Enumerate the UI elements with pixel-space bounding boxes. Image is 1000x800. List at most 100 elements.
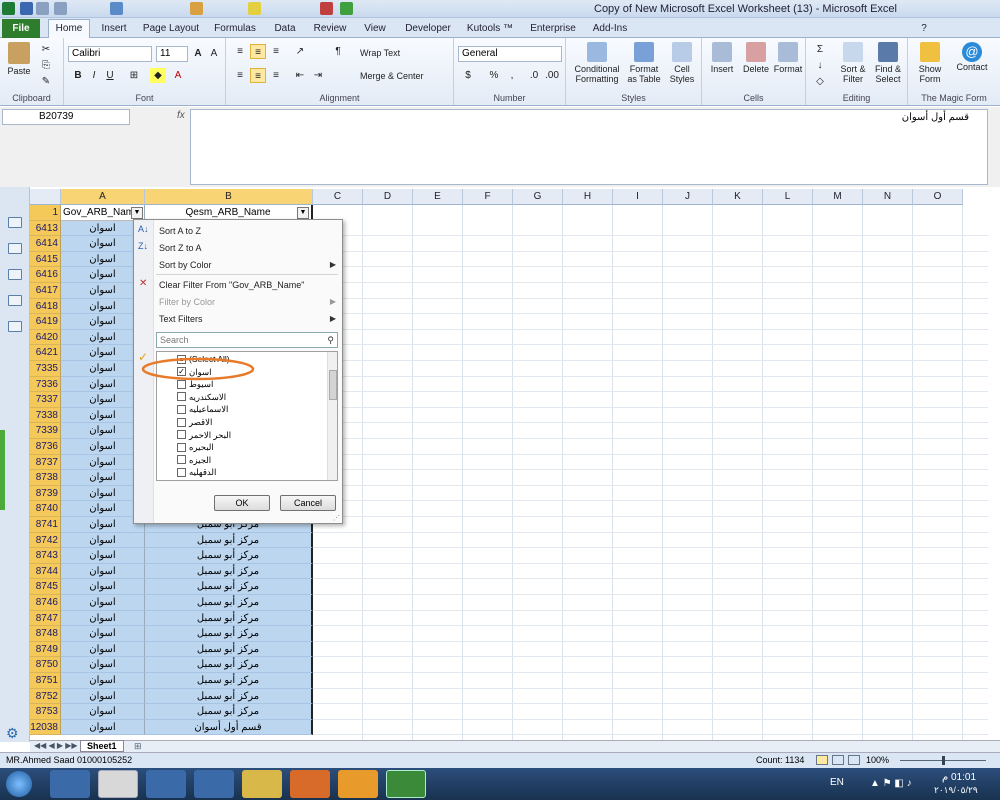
row-header[interactable]: 8737 [30,454,61,471]
collapse-handle[interactable] [0,430,5,510]
clear-filter-item[interactable]: Clear Filter From "Gov_ARB_Name" [159,280,304,290]
tab-developer[interactable]: Developer [402,20,454,38]
cell-gov[interactable]: اسوان [61,532,145,549]
media-player-icon[interactable] [290,770,330,798]
row-header[interactable]: 8743 [30,548,61,564]
row-header[interactable]: 8742 [30,532,61,549]
row-header[interactable]: 6416 [30,267,61,283]
row-header[interactable]: 6421 [30,345,61,361]
row-header[interactable]: 1 [30,205,61,221]
column-header-n[interactable]: N [863,189,913,205]
cell-gov[interactable]: اسوان [61,563,145,580]
filter-value-label[interactable]: الاقصر [189,416,212,428]
cell-qesm[interactable]: مركز أبو سمبل [145,579,313,595]
row-header[interactable]: 7338 [30,407,61,424]
row-header[interactable]: 6420 [30,329,61,346]
orientation-icon[interactable]: ↗ [292,44,308,59]
number-format-select[interactable]: General [458,46,562,62]
shrink-font-icon[interactable]: A [206,46,222,61]
fx-icon[interactable]: fx [177,110,185,121]
sort-icon[interactable] [190,2,203,15]
column-header-a[interactable]: A [61,189,145,205]
refresh-icon[interactable] [340,2,353,15]
filter-value-label[interactable]: الاسماعيليه [189,403,228,415]
decrease-decimal-icon[interactable]: .00 [544,68,560,83]
cell-gov[interactable]: اسوان [61,610,145,627]
sort-by-color-item[interactable]: Sort by Color [159,260,212,270]
row-header[interactable]: 8747 [30,610,61,627]
row-header[interactable]: 6419 [30,314,61,330]
checkbox-unchecked[interactable] [177,392,186,402]
font-name-select[interactable]: Calibri [68,46,152,62]
format-painter-icon[interactable]: ✎ [38,74,54,89]
row-header[interactable]: 6413 [30,220,61,237]
sort-filter-button[interactable]: Sort & Filter [836,42,870,84]
cell-qesm[interactable]: مركز أبو سمبل [145,610,313,627]
cell-gov[interactable]: اسوان [61,704,145,720]
filter-dropdown-button[interactable]: ▼ [297,207,309,219]
delete-cells-button[interactable]: Delete [740,42,772,74]
filter-value-label[interactable]: البحيره [189,441,214,453]
cell-gov[interactable]: اسوان [61,641,145,658]
clear-eraser-icon[interactable]: ◇ [812,74,828,89]
cell-qesm[interactable]: مركز أبو سمبل [145,688,313,705]
column-header-d[interactable]: D [363,189,413,205]
list-icon[interactable] [8,295,22,306]
row-header[interactable]: 7339 [30,423,61,439]
row-header[interactable]: 6415 [30,251,61,268]
column-header-k[interactable]: K [713,189,763,205]
font-color-icon[interactable]: A [170,68,186,83]
filter-value-label[interactable]: الجيزه [189,454,211,466]
tab-enterprise[interactable]: Enterprise [526,20,580,38]
cancel-button[interactable]: Cancel [280,495,336,511]
cut-icon[interactable]: ✂ [38,42,54,57]
row-header[interactable]: 8740 [30,501,61,517]
list-scrollbar[interactable] [327,352,337,480]
cell-qesm[interactable]: مركز أبو سمبل [145,657,313,673]
comma-icon[interactable]: , [504,68,520,83]
folder-icon[interactable] [242,770,282,798]
checkbox-unchecked[interactable] [177,442,186,452]
column-header-i[interactable]: I [613,189,663,205]
sort-z-to-a-item[interactable]: Sort Z to A [159,243,202,253]
row-header[interactable]: 8750 [30,657,61,673]
sheet-nav-icon[interactable]: ◀◀ ◀ ▶ ▶▶ [34,741,78,750]
filter-search-input[interactable]: Search ⚲ [156,332,338,348]
underline-button[interactable]: U [102,68,118,83]
ie-icon[interactable] [50,770,90,798]
cell-qesm[interactable]: مركز أبو سمبل [145,704,313,720]
row-header[interactable]: 6417 [30,283,61,299]
row-header[interactable]: 12038 [30,719,61,736]
cell-qesm[interactable]: مركز أبو سمبل [145,641,313,658]
increase-indent-icon[interactable]: ⇥ [310,68,326,83]
help-icon[interactable]: ? [918,20,930,38]
ok-button[interactable]: OK [214,495,270,511]
formula-input[interactable]: قسم أول أسوان [190,109,988,185]
print-icon[interactable] [110,2,123,15]
tab-data[interactable]: Data [270,20,300,38]
show-form-button[interactable]: Show Form [912,42,948,84]
app-icon[interactable] [146,770,186,798]
tray-icons[interactable]: ▲ ⚑ ◧ ♪ [870,778,912,789]
checkbox-unchecked[interactable] [177,404,186,414]
align-left-icon[interactable]: ≡ [232,68,248,83]
row-header[interactable]: 8739 [30,485,61,502]
tab-home[interactable]: Home [48,19,90,38]
row-header[interactable]: 8752 [30,688,61,705]
tab-formulas[interactable]: Formulas [210,20,260,38]
cell-gov[interactable]: اسوان [61,719,145,736]
row-header[interactable]: 7335 [30,361,61,377]
chrome-icon[interactable] [98,770,138,798]
insert-cells-button[interactable]: Insert [706,42,738,74]
wrap-text-button[interactable]: Wrap Text [360,48,400,58]
redo-icon[interactable] [54,2,67,15]
align-middle-icon[interactable]: ≡ [250,44,266,59]
align-top-icon[interactable]: ≡ [232,44,248,59]
align-center-icon[interactable]: ≡ [250,68,266,83]
row-header[interactable]: 7337 [30,392,61,408]
cell-gov[interactable]: اسوان [61,688,145,705]
column-header-j[interactable]: J [663,189,713,205]
new-sheet-icon[interactable]: ⊞ [134,741,142,752]
row-header[interactable]: 8741 [30,517,61,533]
checkbox-unchecked[interactable] [177,430,186,440]
